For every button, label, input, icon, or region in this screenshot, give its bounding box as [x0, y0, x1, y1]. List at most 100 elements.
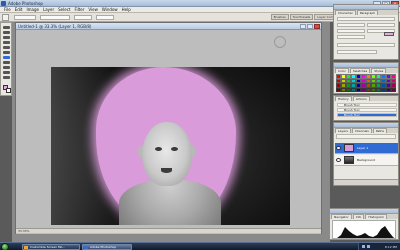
history-palette: History Actions Brush Tool Brush Tool Br… [333, 95, 399, 121]
brush-preset-icon[interactable] [2, 14, 9, 21]
font-size-field[interactable] [337, 23, 365, 27]
doc-close-button[interactable] [314, 24, 320, 29]
menu-help[interactable]: Help [122, 7, 131, 12]
histogram-graph [332, 220, 396, 239]
clock[interactable]: 8:12 PM [385, 245, 397, 249]
system-tray: 8:12 PM [358, 243, 400, 250]
menu-window[interactable]: Window [102, 7, 118, 12]
menu-filter[interactable]: Filter [74, 7, 84, 12]
menu-layer[interactable]: Layer [43, 7, 54, 12]
taskbar-button-label: Customize Screen Mo... [30, 245, 66, 249]
swatch-grid [336, 74, 396, 92]
layers-palette: Layers Channels Paths Layer 1 Background [333, 122, 399, 186]
tab-character[interactable]: Character [335, 10, 356, 15]
lasso-tool-icon[interactable] [3, 36, 10, 39]
color-swatch[interactable] [391, 87, 396, 92]
tab-navigator[interactable]: Navigator [331, 214, 352, 219]
visibility-eye-icon[interactable] [336, 146, 341, 150]
child-eye-left [155, 147, 162, 151]
gradient-tool-icon[interactable] [3, 71, 10, 74]
tab-histogram[interactable]: Histogram [365, 214, 387, 219]
history-item[interactable]: Brush Tool [337, 108, 397, 112]
tab-brushes[interactable]: Brushes [270, 14, 289, 20]
background-color-swatch[interactable] [6, 88, 11, 93]
tab-info[interactable]: Info [352, 214, 365, 219]
blend-mode-controls[interactable] [336, 134, 396, 139]
layer-row[interactable]: Layer 1 [335, 143, 398, 154]
tab-swatches[interactable]: Swatches [349, 68, 371, 73]
vertical-scale-field[interactable] [337, 35, 365, 39]
type-tool-icon[interactable] [3, 76, 10, 79]
canvas-area[interactable] [16, 30, 321, 234]
clone-stamp-tool-icon[interactable] [3, 61, 10, 64]
brush-cursor-icon [274, 36, 286, 48]
font-family-select[interactable] [337, 17, 395, 21]
document-window: Untitled-1 @ 33.3% (Layer 1, RGB/8) 33.3… [15, 22, 322, 234]
start-button[interactable] [1, 243, 9, 250]
layer-name: Background [357, 158, 375, 162]
doc-minimize-button[interactable] [300, 24, 306, 29]
eraser-tool-icon[interactable] [3, 66, 10, 69]
document-status-bar: 33.33% [16, 228, 321, 233]
healing-tool-icon[interactable] [3, 51, 10, 54]
tab-color[interactable]: Color [335, 68, 349, 73]
visibility-eye-icon[interactable] [336, 158, 341, 162]
text-style-buttons[interactable] [337, 43, 395, 47]
history-item[interactable]: Brush Tool [337, 103, 397, 107]
leading-field[interactable] [367, 23, 395, 27]
brush-tool-icon[interactable] [3, 56, 10, 59]
app-title: Adobe Photoshop [8, 1, 43, 6]
magic-wand-tool-icon[interactable] [3, 41, 10, 44]
text-color-swatch[interactable] [384, 32, 394, 36]
photo-image[interactable] [51, 67, 290, 225]
history-item-active[interactable]: Brush Tool [337, 113, 397, 117]
taskbar-button-photoshop[interactable]: Adobe Photoshop [82, 244, 132, 250]
flow-field[interactable] [96, 15, 114, 20]
menu-edit[interactable]: Edit [15, 7, 23, 12]
tab-paths[interactable]: Paths [372, 128, 387, 133]
document-title-bar[interactable]: Untitled-1 @ 33.3% (Layer 1, RGB/8) [16, 23, 321, 30]
histogram-svg [337, 226, 395, 238]
language-select[interactable] [337, 50, 377, 54]
layer-name: Layer 1 [357, 146, 369, 150]
layers-tabs: Layers Channels Paths [334, 128, 398, 133]
menu-image[interactable]: Image [26, 7, 39, 12]
zoom-level[interactable]: 33.33% [18, 229, 29, 233]
menu-file[interactable]: File [4, 7, 11, 12]
layer-row[interactable]: Background [335, 155, 398, 166]
child-eye-right [171, 147, 178, 151]
opacity-field[interactable] [74, 15, 92, 20]
network-icon[interactable] [362, 245, 365, 248]
tab-channels[interactable]: Channels [351, 128, 372, 133]
workspace: Untitled-1 @ 33.3% (Layer 1, RGB/8) 33.3… [12, 22, 330, 242]
menu-view[interactable]: View [88, 7, 98, 12]
marquee-tool-icon[interactable] [3, 31, 10, 34]
brush-size-field[interactable] [14, 15, 36, 20]
doc-maximize-button[interactable] [307, 24, 313, 29]
palette-well: Brushes Tool Presets Layer Comps [270, 14, 340, 20]
child-face [142, 122, 192, 186]
history-tabs: History Actions [334, 96, 398, 101]
photoshop-icon [84, 246, 88, 249]
move-tool-icon[interactable] [3, 26, 10, 29]
layers-action-bar[interactable] [334, 179, 398, 185]
volume-icon[interactable] [367, 245, 370, 248]
tab-actions[interactable]: Actions [352, 96, 370, 101]
tab-paragraph[interactable]: Paragraph [356, 10, 379, 15]
kerning-field[interactable] [337, 29, 365, 33]
tab-tool-presets[interactable]: Tool Presets [289, 14, 314, 20]
character-tabs: Character Paragraph [334, 10, 398, 15]
histogram-tabs: Navigator Info Histogram [330, 214, 398, 219]
crop-tool-icon[interactable] [3, 46, 10, 49]
document-title: Untitled-1 @ 33.3% (Layer 1, RGB/8) [18, 24, 92, 29]
document-controls [300, 24, 320, 29]
character-palette: Character Paragraph [333, 4, 399, 60]
mode-select[interactable] [40, 15, 70, 20]
child-mouth [161, 168, 172, 173]
menu-select[interactable]: Select [58, 7, 70, 12]
folder-icon [24, 246, 28, 249]
taskbar-button[interactable]: Customize Screen Mo... [22, 244, 80, 250]
tab-history[interactable]: History [335, 96, 352, 101]
tab-layers[interactable]: Layers [335, 128, 351, 133]
tab-styles[interactable]: Styles [371, 68, 387, 73]
